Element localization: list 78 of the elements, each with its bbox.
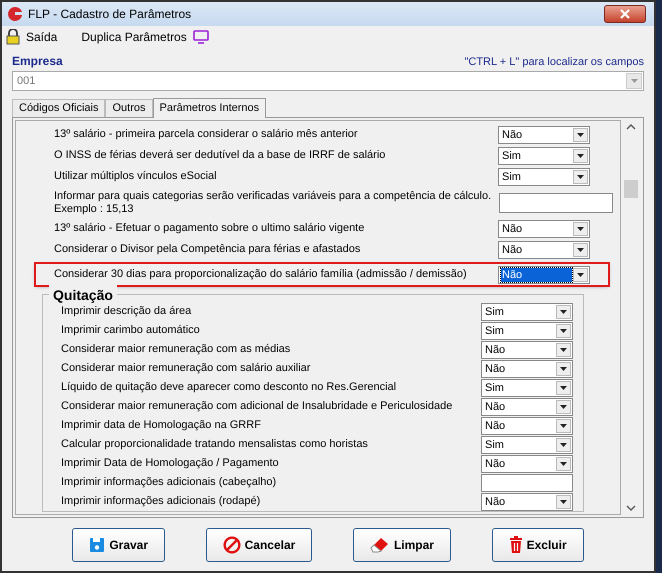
option-label: Líquido de quitação deve aparecer como desconto no Res.Gerencial — [61, 380, 396, 396]
option-label: Imprimir informações adicionais (cabeçalho) — [61, 475, 276, 490]
dropdown-value: Não — [484, 362, 506, 376]
dropdown-value: 001 — [16, 74, 36, 89]
dropdown-value: Não — [484, 400, 506, 414]
option-label: Considerar maior remuneração com salário auxiliar — [61, 361, 310, 376]
input-field[interactable] — [481, 474, 573, 492]
option-label: Imprimir Data de Homologação / Pagamento — [61, 456, 279, 472]
scroll-up-icon — [626, 124, 636, 130]
tab[interactable]: Parâmetros Internos — [152, 98, 266, 118]
tab[interactable]: Outros — [105, 99, 152, 117]
dropdown-value: Não — [484, 494, 506, 508]
dropdown[interactable]: Não — [481, 454, 573, 472]
dropdown[interactable]: Sim — [481, 436, 573, 454]
hint-text: "CTRL + L" para localizar os campos — [464, 54, 644, 70]
app-logo-icon — [6, 6, 24, 22]
dropdown[interactable]: Não — [481, 360, 573, 378]
dropdown[interactable]: Não — [498, 240, 590, 258]
field-label: Empresa — [12, 53, 63, 70]
dropdown[interactable]: Sim — [498, 146, 590, 164]
dropdown[interactable]: Não — [481, 398, 573, 416]
option-label: 13º salário - Efetuar o pagamento sobre o ultimo salário vigente — [54, 221, 364, 236]
dropdown[interactable]: Sim — [481, 302, 573, 320]
scroll-down-icon — [626, 505, 636, 511]
close-button[interactable] — [604, 5, 646, 23]
option-label: Imprimir carimbo automático — [61, 323, 200, 338]
option-label: Calcular proporcionalidade tratando mensalistas como horistas — [61, 437, 368, 452]
toolbar-button[interactable]: Saída — [6, 28, 58, 46]
close-icon — [620, 9, 630, 19]
option-label: Considerar maior remuneração com adicional de Insalubridade e Periculosidade — [61, 399, 452, 414]
dropdown-value: Sim — [484, 324, 505, 338]
prohibited-icon — [222, 536, 241, 554]
dropdown[interactable]: Não — [498, 220, 590, 238]
dropdown[interactable]: Não — [481, 340, 573, 358]
dropdown-value: Não — [501, 242, 524, 256]
dropdown[interactable]: Não — [498, 126, 590, 144]
toolbar-button[interactable]: Duplica Parâmetros — [81, 28, 209, 46]
dropdown[interactable]: Não — [498, 266, 590, 284]
option-label: Informar para quais categorias serão verificadas variáveis para a competência de cálculo. Exemplo : 15,13 — [54, 189, 492, 216]
trash-can-icon — [508, 536, 523, 554]
action-button[interactable]: Gravar — [72, 528, 166, 562]
option-label: O INSS de férias deverá ser dedutível da a base de IRRF de salário — [54, 148, 386, 164]
padlock-icon — [6, 29, 20, 45]
dropdown[interactable]: Não — [481, 492, 573, 510]
eraser-icon — [370, 536, 390, 552]
dropdown-value: Não — [501, 268, 572, 282]
action-button[interactable]: Cancelar — [206, 528, 312, 562]
dropdown-value: Sim — [484, 380, 505, 394]
dropdown-value: Sim — [501, 148, 522, 162]
action-button[interactable]: Limpar — [352, 528, 451, 562]
option-label: Considerar 30 dias para proporcionalização do salário família (admissão / demissão) — [54, 267, 467, 282]
option-label: Imprimir descrição da área — [61, 304, 192, 320]
option-label: Considerar maior remuneração com as médias — [61, 342, 290, 358]
monitor-icon — [192, 30, 209, 44]
company-dropdown[interactable]: 001 — [12, 71, 644, 91]
action-button[interactable]: Excluir — [492, 528, 584, 562]
dropdown-value: Não — [501, 222, 524, 236]
scroll-thumb[interactable] — [624, 180, 638, 198]
dropdown-value: Sim — [501, 170, 522, 184]
option-label: 13º salário - primeira parcela considerar o salário mês anterior — [54, 127, 358, 142]
dropdown[interactable]: Sim — [481, 322, 573, 340]
option-label: Imprimir informações adicionais (rodapé) — [61, 494, 260, 510]
dropdown[interactable]: Não — [481, 416, 573, 434]
dropdown-value: Não — [484, 456, 506, 470]
option-label: Considerar o Divisor pela Competência para férias e afastados — [54, 242, 360, 258]
dropdown-value: Não — [501, 128, 524, 142]
dropdown-value: Sim — [484, 304, 505, 318]
group-title: Quitação — [49, 285, 117, 306]
window-title: FLP - Cadastro de Parâmetros — [28, 6, 192, 23]
dropdown[interactable]: Sim — [481, 378, 573, 396]
dropdown-value: Não — [484, 418, 506, 432]
tab[interactable]: Códigos Oficiais — [12, 99, 106, 117]
option-label: Imprimir data de Homologação na GRRF — [61, 418, 261, 434]
dropdown[interactable]: Sim — [498, 168, 590, 186]
dropdown-value: Não — [484, 342, 506, 356]
option-label: Utilizar múltiplos vínculos eSocial — [54, 169, 217, 184]
dropdown-value: Sim — [484, 438, 505, 452]
input-field[interactable] — [499, 192, 614, 212]
